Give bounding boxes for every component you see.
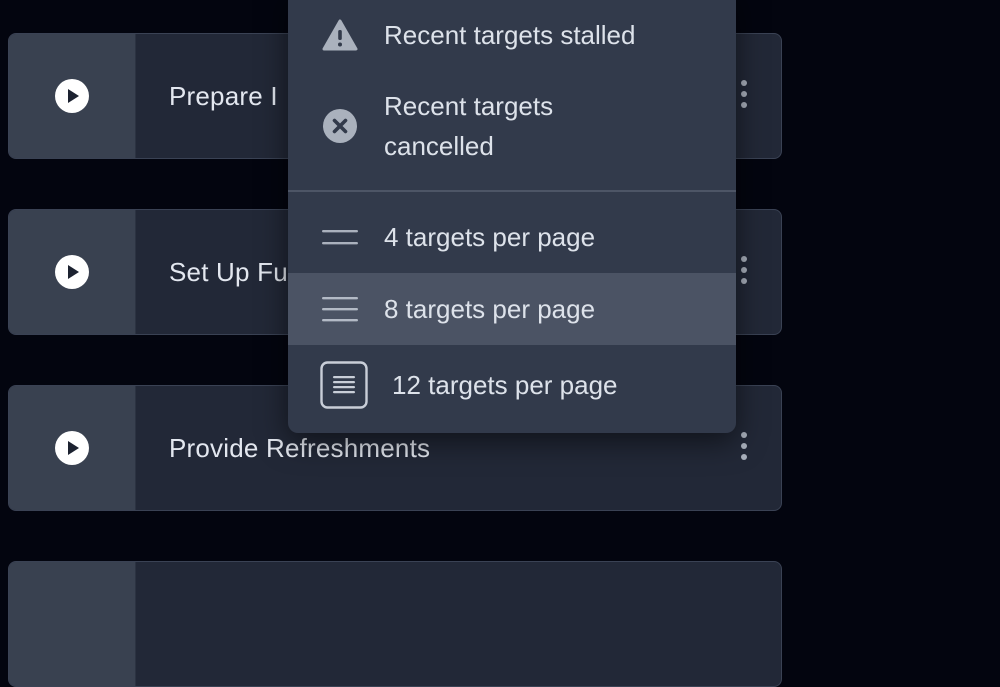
play-button[interactable] [9, 34, 136, 158]
play-circle-icon [54, 430, 90, 466]
play-button[interactable] [9, 562, 136, 686]
play-circle-icon [54, 78, 90, 114]
list-box-icon [320, 361, 368, 409]
target-card[interactable] [8, 561, 782, 687]
menu-item-label: 8 targets per page [384, 294, 596, 324]
cancel-circle-icon [322, 108, 358, 144]
play-button[interactable] [9, 210, 136, 334]
play-button[interactable] [9, 386, 136, 510]
menu-item-12-per-page[interactable]: 12 targets per page [288, 348, 736, 422]
kebab-menu-icon [740, 79, 748, 114]
menu-item-label: 4 targets per page [384, 222, 596, 252]
menu-item-8-per-page[interactable]: 8 targets per page [288, 273, 736, 345]
menu-item-recent-cancelled[interactable]: Recent targets cancelled [288, 70, 736, 182]
options-dropdown-menu: Recent targets stalled Recent targets ca… [288, 0, 736, 433]
menu-divider [288, 190, 736, 192]
play-circle-icon [54, 254, 90, 290]
warning-triangle-icon [322, 19, 358, 51]
kebab-menu-icon [740, 431, 748, 466]
menu-item-label: Recent targets stalled [384, 20, 636, 50]
three-lines-icon [322, 295, 358, 323]
menu-item-recent-stalled[interactable]: Recent targets stalled [288, 0, 736, 70]
menu-item-label: Recent targets cancelled [384, 91, 554, 161]
two-lines-icon [322, 225, 358, 249]
target-title [136, 562, 781, 686]
menu-item-4-per-page[interactable]: 4 targets per page [288, 202, 736, 272]
menu-item-label: 12 targets per page [392, 370, 618, 400]
kebab-menu-icon [740, 255, 748, 290]
